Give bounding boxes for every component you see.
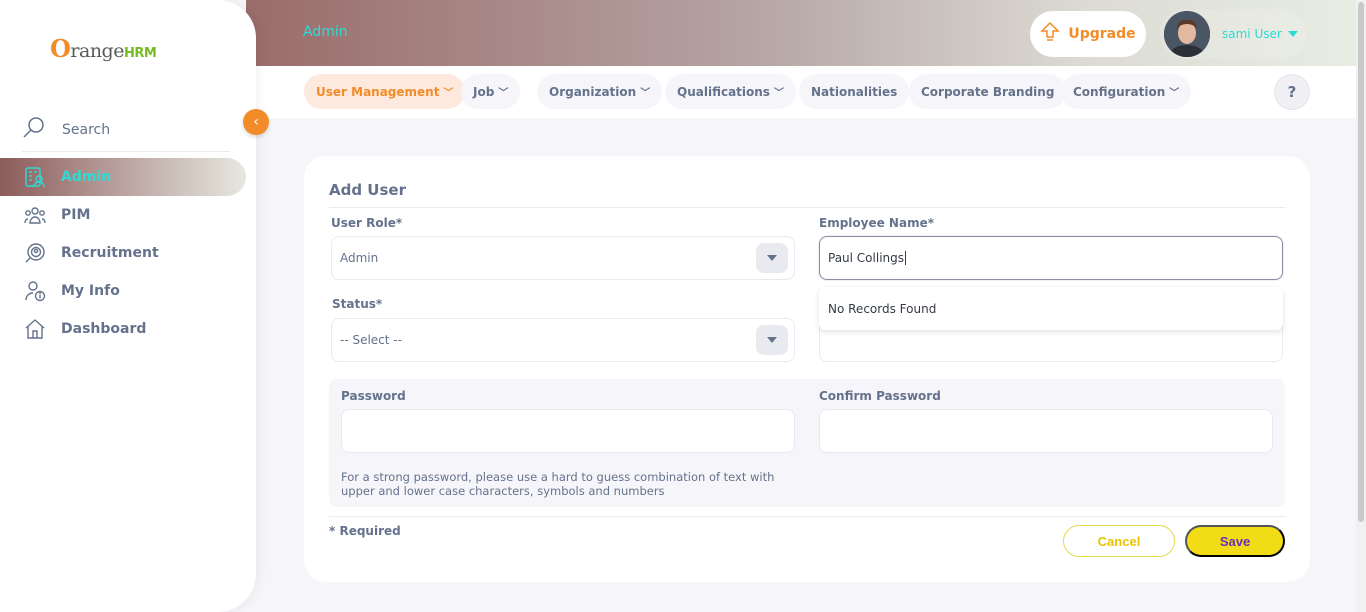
admin-top-menu: User Management ﹀ Job ﹀ Organization ﹀ Qual…: [256, 66, 1358, 118]
chevron-left-icon: ‹: [253, 114, 259, 130]
tab-label: Configuration: [1073, 84, 1166, 99]
save-button[interactable]: Save: [1185, 525, 1285, 557]
confirm-password-input[interactable]: [819, 409, 1273, 453]
user-name: sami User: [1222, 27, 1282, 41]
sidebar-item-pim[interactable]: PIM: [0, 196, 256, 234]
cancel-button[interactable]: Cancel: [1063, 525, 1175, 557]
add-user-card: Add User User Role* Admin Employee Name*…: [304, 156, 1310, 582]
sidebar-search[interactable]: Search: [22, 108, 230, 152]
tab-label: Organization: [549, 84, 637, 99]
main-menu: Admin PIM Recruitment My Info Dashboard: [0, 158, 256, 348]
tab-label: Nationalities: [811, 84, 898, 99]
status-value: -- Select --: [340, 333, 402, 347]
chevron-down-icon: ﹀: [773, 88, 784, 99]
sidebar-item-label: PIM: [61, 207, 91, 223]
tab-user-management[interactable]: User Management ﹀: [304, 74, 466, 109]
select-toggle-button[interactable]: [756, 325, 788, 355]
user-role-value: Admin: [340, 251, 379, 265]
password-section: Password Confirm Password For a strong p…: [329, 379, 1285, 507]
upgrade-arrow-icon: [1040, 21, 1061, 47]
select-toggle-button[interactable]: [756, 243, 788, 273]
status-select[interactable]: -- Select --: [331, 318, 795, 362]
divider: [329, 207, 1285, 208]
pim-icon: [22, 202, 48, 228]
search-label: Search: [62, 121, 111, 138]
caret-down-icon: [1287, 31, 1298, 37]
tab-qualifications[interactable]: Qualifications ﹀: [665, 74, 796, 109]
sidebar-item-label: Admin: [61, 169, 112, 185]
chevron-down-icon: ﹀: [443, 88, 454, 99]
no-records-message: No Records Found: [828, 301, 937, 316]
upgrade-button[interactable]: Upgrade: [1030, 11, 1146, 57]
chevron-down-icon: ﹀: [640, 88, 651, 99]
sidebar-item-my-info[interactable]: My Info: [0, 272, 256, 310]
employee-name-label: Employee Name*: [819, 216, 934, 230]
orangehrm-logo[interactable]: OrangeHRM: [50, 30, 157, 66]
admin-icon: [22, 164, 48, 190]
sidebar-item-label: Recruitment: [61, 245, 159, 261]
sidebar-item-label: Dashboard: [61, 321, 147, 337]
chevron-down-icon: ﹀: [1169, 88, 1180, 99]
password-hint: For a strong password, please use a hard…: [341, 470, 775, 498]
tab-organization[interactable]: Organization ﹀: [537, 74, 663, 109]
text-cursor: [905, 251, 907, 265]
scrollbar-thumb[interactable]: [1358, 2, 1364, 522]
help-icon: ?: [1287, 83, 1297, 101]
autocomplete-dropdown[interactable]: No Records Found: [819, 287, 1283, 330]
sidebar-item-recruitment[interactable]: Recruitment: [0, 234, 256, 272]
tab-configuration[interactable]: Configuration ﹀: [1061, 74, 1192, 109]
tab-nationalities[interactable]: Nationalities: [799, 74, 910, 109]
top-header: Admin Upgrade sami User: [246, 0, 1366, 66]
status-label: Status*: [332, 297, 383, 311]
password-input[interactable]: [341, 409, 795, 453]
caret-down-icon: [767, 255, 777, 261]
sidebar-item-dashboard[interactable]: Dashboard: [0, 310, 256, 348]
caret-down-icon: [767, 337, 777, 343]
tab-job[interactable]: Job ﹀: [461, 74, 521, 109]
sidebar-collapse-button[interactable]: ‹: [243, 109, 269, 135]
chevron-down-icon: ﹀: [498, 88, 509, 99]
avatar: [1164, 11, 1210, 57]
tab-corporate-branding[interactable]: Corporate Branding: [909, 74, 1067, 109]
employee-name-value: Paul Collings: [828, 251, 905, 265]
sidebar: OrangeHRM Search Admin PIM Recruitment M…: [0, 0, 256, 612]
recruitment-icon: [22, 240, 48, 266]
page-title: Admin: [303, 24, 348, 40]
form-title: Add User: [329, 181, 406, 199]
sidebar-item-label: My Info: [61, 283, 120, 299]
tab-label: Qualifications: [677, 84, 770, 99]
user-role-label: User Role*: [331, 216, 403, 230]
tab-label: Job: [473, 84, 495, 99]
confirm-password-label: Confirm Password: [819, 389, 941, 403]
my-info-icon: [22, 278, 48, 304]
user-dropdown[interactable]: sami User: [1160, 9, 1306, 59]
upgrade-label: Upgrade: [1068, 26, 1136, 42]
sidebar-item-admin[interactable]: Admin: [0, 158, 246, 196]
tab-label: User Management: [316, 84, 440, 99]
user-role-select[interactable]: Admin: [331, 236, 795, 280]
search-icon: [22, 116, 46, 144]
divider: [329, 516, 1285, 517]
password-label: Password: [341, 389, 406, 403]
required-note: * Required: [329, 524, 401, 538]
tab-label: Corporate Branding: [921, 84, 1055, 99]
help-button[interactable]: ?: [1274, 74, 1310, 110]
employee-name-input[interactable]: Paul Collings: [819, 236, 1283, 280]
brand-name: OrangeHRM: [50, 33, 157, 63]
dashboard-icon: [22, 316, 48, 342]
